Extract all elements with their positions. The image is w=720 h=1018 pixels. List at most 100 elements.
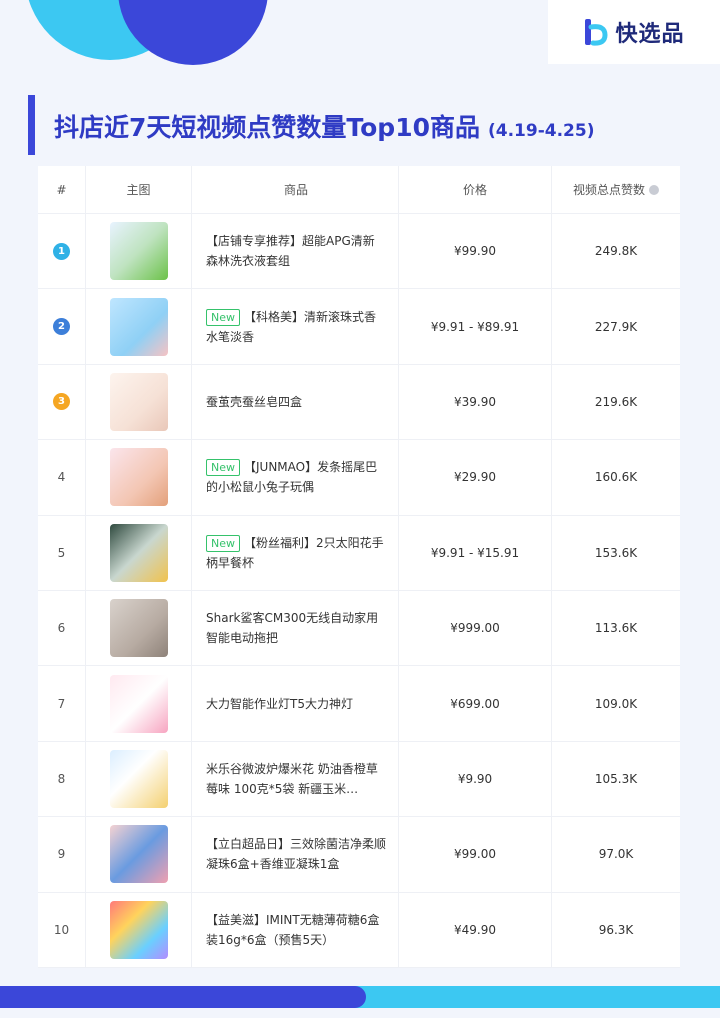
table-row[interactable]: 1 【店铺专享推荐】超能APG清新森林洗衣液套组 ¥99.90 249.8K — [38, 214, 680, 290]
table-body: 1 【店铺专享推荐】超能APG清新森林洗衣液套组 ¥99.90 249.8K 2… — [38, 214, 680, 968]
product-name-cell: 【店铺专享推荐】超能APG清新森林洗衣液套组 — [192, 214, 399, 289]
product-name[interactable]: Shark鲨客CM300无线自动家用智能电动拖把 — [206, 608, 386, 648]
product-name[interactable]: 蚕茧壳蚕丝皂四盒 — [206, 392, 302, 412]
likes-cell: 249.8K — [594, 244, 638, 259]
table-row[interactable]: 10 【益美滋】IMINT无糖薄荷糖6盒装16g*6盒（预售5天） ¥49.90… — [38, 892, 680, 968]
product-name-text: 【店铺专享推荐】超能APG清新森林洗衣液套组 — [206, 234, 375, 269]
header-price: 价格 — [399, 166, 552, 213]
product-thumbnail[interactable] — [109, 297, 168, 356]
image-cell — [86, 817, 192, 892]
product-thumbnail[interactable] — [109, 599, 168, 658]
product-thumbnail[interactable] — [109, 674, 168, 733]
header-rank: # — [38, 166, 86, 213]
new-badge: New — [206, 534, 240, 552]
price-cell: ¥9.91 - ¥15.91 — [399, 515, 552, 590]
price-cell: ¥699.00 — [399, 666, 552, 741]
product-name-text: 【益美滋】IMINT无糖薄荷糖6盒装16g*6盒（预售5天） — [206, 912, 380, 947]
product-thumbnail[interactable] — [109, 825, 168, 884]
product-thumbnail[interactable] — [109, 372, 168, 431]
product-name[interactable]: New 【JUNMAO】发条摇尾巴的小松鼠小兔子玩偶 — [206, 457, 386, 497]
likes-cell: 160.6K — [594, 470, 638, 485]
table-header-row: # 主图 商品 价格 视频总点赞数 — [38, 166, 680, 214]
table-row[interactable]: 6 Shark鲨客CM300无线自动家用智能电动拖把 ¥999.00 113.6… — [38, 590, 680, 667]
table-row[interactable]: 4 New 【JUNMAO】发条摇尾巴的小松鼠小兔子玩偶 ¥29.90 160.6… — [38, 440, 680, 516]
image-cell — [86, 289, 192, 364]
price-cell: ¥99.00 — [399, 817, 552, 892]
product-thumbnail[interactable] — [109, 900, 168, 959]
product-thumbnail[interactable] — [109, 749, 168, 808]
product-name-cell: 【立白超品日】三效除菌洁净柔顺凝珠6盒+香维亚凝珠1盒 — [192, 817, 399, 892]
title-main: 抖店近7天短视频点赞数量Top10商品 — [54, 113, 480, 142]
product-name-cell: 【益美滋】IMINT无糖薄荷糖6盒装16g*6盒（预售5天） — [192, 892, 399, 967]
rank-number: 9 — [57, 847, 66, 862]
product-name-cell: Shark鲨客CM300无线自动家用智能电动拖把 — [192, 590, 399, 666]
image-cell — [86, 515, 192, 590]
logo-mark-icon — [585, 19, 608, 46]
product-name-text: 【立白超品日】三效除菌洁净柔顺凝珠6盒+香维亚凝珠1盒 — [206, 837, 386, 872]
image-cell — [86, 666, 192, 741]
rank-number: 8 — [57, 771, 66, 786]
header-product: 商品 — [192, 166, 399, 213]
table-row[interactable]: 2 New 【科格美】清新滚珠式香水笔淡香 ¥9.91 - ¥89.91 227.… — [38, 289, 680, 365]
decor-circle-blue — [118, 0, 268, 65]
likes-cell: 109.0K — [594, 696, 638, 711]
likes-cell: 97.0K — [598, 847, 634, 862]
brand-name: 快选品 — [615, 22, 685, 47]
image-cell — [86, 741, 192, 817]
product-thumbnail[interactable] — [109, 448, 168, 507]
rank-cell: 9 — [38, 817, 86, 892]
rank-cell: 6 — [38, 590, 86, 666]
price-cell: ¥49.90 — [399, 892, 552, 967]
brand-logo: 快选品 — [548, 0, 720, 64]
product-table: # 主图 商品 价格 视频总点赞数 1 【店铺专享推荐】超能APG清新森林洗衣液… — [38, 166, 680, 968]
table-row[interactable]: 7 大力智能作业灯T5大力神灯 ¥699.00 109.0K — [38, 666, 680, 742]
footer-bar-dark — [0, 986, 366, 1008]
rank-number: 6 — [57, 621, 66, 636]
product-name-cell: New 【科格美】清新滚珠式香水笔淡香 — [192, 289, 399, 364]
rank-number: 7 — [57, 696, 66, 711]
rank-cell: 1 — [38, 214, 86, 289]
rank-number: 4 — [57, 470, 66, 485]
product-name-cell: New 【粉丝福利】2只太阳花手柄早餐杯 — [192, 515, 399, 590]
image-cell — [86, 214, 192, 289]
title-date-range: (4.19-4.25) — [488, 121, 595, 141]
price-cell: ¥99.90 — [399, 214, 552, 289]
product-name-cell: New 【JUNMAO】发条摇尾巴的小松鼠小兔子玩偶 — [192, 440, 399, 515]
product-name[interactable]: New 【粉丝福利】2只太阳花手柄早餐杯 — [206, 533, 386, 573]
likes-cell: 219.6K — [594, 394, 638, 409]
price-cell: ¥9.91 - ¥89.91 — [399, 289, 552, 364]
product-name-cell: 米乐谷微波炉爆米花 奶油香橙草莓味 100克*5袋 新疆玉米… — [192, 741, 399, 817]
price-cell: ¥29.90 — [399, 440, 552, 515]
product-name-cell: 蚕茧壳蚕丝皂四盒 — [192, 364, 399, 440]
product-name-text: 大力智能作业灯T5大力神灯 — [206, 696, 353, 711]
rank-cell: 3 — [38, 364, 86, 440]
product-name[interactable]: 大力智能作业灯T5大力神灯 — [206, 694, 353, 714]
product-name-text: 蚕茧壳蚕丝皂四盒 — [206, 394, 303, 409]
product-thumbnail[interactable] — [109, 222, 168, 281]
rank-cell: 7 — [38, 666, 86, 741]
rank-cell: 5 — [38, 515, 86, 590]
table-row[interactable]: 3 蚕茧壳蚕丝皂四盒 ¥39.90 219.6K — [38, 364, 680, 441]
rank-number: 5 — [57, 545, 66, 560]
header-image: 主图 — [86, 166, 192, 213]
image-cell — [86, 590, 192, 666]
rank-number: 10 — [53, 922, 70, 937]
image-cell — [86, 892, 192, 967]
table-row[interactable]: 5 New 【粉丝福利】2只太阳花手柄早餐杯 ¥9.91 - ¥15.91 153… — [38, 515, 680, 591]
product-name[interactable]: New 【科格美】清新滚珠式香水笔淡香 — [206, 307, 386, 347]
new-badge: New — [206, 308, 240, 326]
header-likes-label: 视频总点赞数 — [572, 183, 645, 197]
new-badge: New — [206, 459, 240, 477]
product-thumbnail[interactable] — [109, 523, 168, 582]
table-row[interactable]: 9 【立白超品日】三效除菌洁净柔顺凝珠6盒+香维亚凝珠1盒 ¥99.00 97.… — [38, 817, 680, 893]
likes-cell: 227.9K — [594, 319, 638, 334]
likes-cell: 96.3K — [598, 922, 634, 937]
product-name[interactable]: 【店铺专享推荐】超能APG清新森林洗衣液套组 — [206, 231, 386, 271]
rank-cell: 4 — [38, 440, 86, 515]
product-name[interactable]: 【立白超品日】三效除菌洁净柔顺凝珠6盒+香维亚凝珠1盒 — [206, 834, 386, 874]
product-name[interactable]: 【益美滋】IMINT无糖薄荷糖6盒装16g*6盒（预售5天） — [206, 910, 386, 950]
page-title: 抖店近7天短视频点赞数量Top10商品 (4.19-4.25) — [54, 108, 594, 144]
info-icon[interactable] — [649, 184, 659, 195]
table-row[interactable]: 8 米乐谷微波炉爆米花 奶油香橙草莓味 100克*5袋 新疆玉米… ¥9.90 … — [38, 741, 680, 818]
product-name[interactable]: 米乐谷微波炉爆米花 奶油香橙草莓味 100克*5袋 新疆玉米… — [206, 759, 386, 799]
